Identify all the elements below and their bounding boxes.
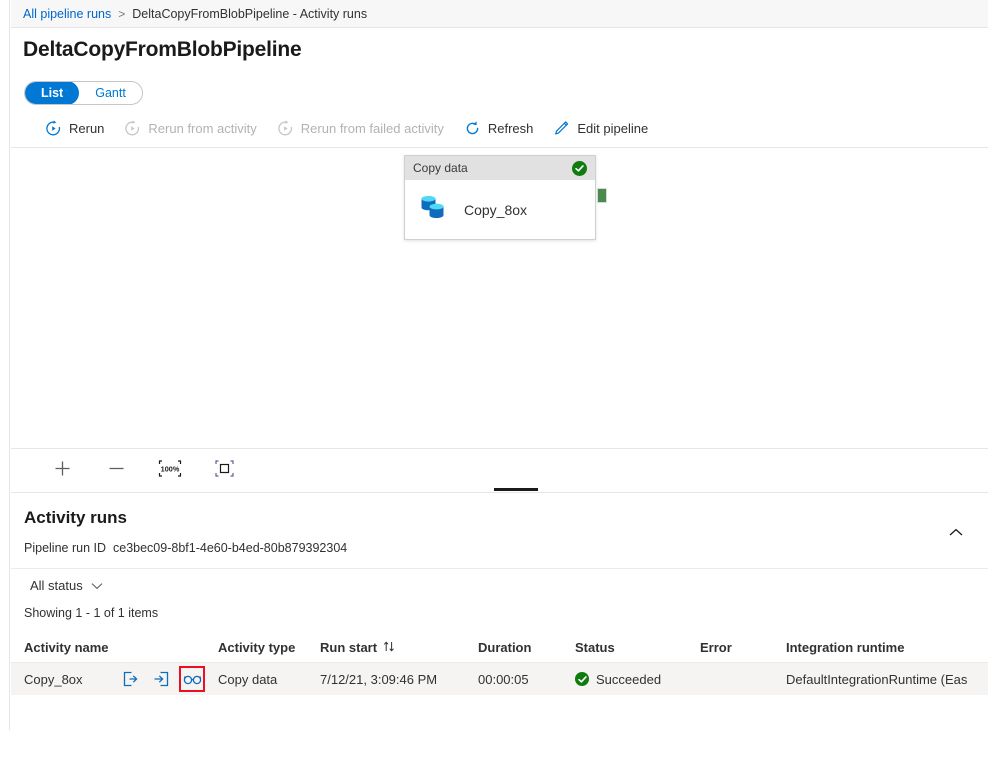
details-glasses-icon[interactable]	[182, 669, 202, 689]
showing-count: Showing 1 - 1 of 1 items	[24, 606, 158, 620]
chevron-up-icon	[949, 524, 963, 542]
cell-duration: 00:00:05	[478, 672, 575, 687]
column-header-activity-name[interactable]: Activity name	[11, 640, 218, 655]
green-check-icon	[575, 672, 589, 686]
cell-status: Succeeded	[575, 672, 700, 687]
view-toggle-gantt[interactable]: Gantt	[79, 81, 142, 105]
pipeline-run-id: Pipeline run ID ce3bec09-8bf1-4e60-b4ed-…	[24, 541, 347, 555]
cell-activity-name-text: Copy_8ox	[24, 672, 120, 687]
activity-runs-page: All pipeline runs > DeltaCopyFromBlobPip…	[0, 0, 988, 771]
activity-node-copy-data[interactable]: Copy data	[404, 155, 596, 240]
breadcrumb-all-pipeline-runs[interactable]: All pipeline runs	[23, 7, 111, 21]
breadcrumb: All pipeline runs > DeltaCopyFromBlobPip…	[11, 0, 988, 28]
activity-runs-table: Activity name Activity type Run start Du…	[11, 632, 988, 695]
cell-integration-runtime: DefaultIntegrationRuntime (Eas	[786, 672, 976, 687]
refresh-label: Refresh	[488, 121, 534, 136]
activity-runs-panel: Activity runs Pipeline run ID ce3bec09-8…	[11, 492, 988, 730]
status-filter-dropdown[interactable]: All status	[24, 575, 109, 596]
activity-runs-title: Activity runs	[24, 508, 127, 528]
sort-arrows-icon	[383, 640, 396, 655]
activity-node-type-label: Copy data	[413, 161, 572, 175]
zoom-out-button[interactable]	[101, 454, 131, 484]
activity-node-name: Copy_8ox	[464, 202, 527, 218]
rerun-from-activity-label: Rerun from activity	[148, 121, 256, 136]
view-toggle-list[interactable]: List	[25, 81, 79, 105]
activity-runs-collapse-button[interactable]	[944, 521, 968, 545]
rerun-from-activity-icon	[124, 120, 141, 137]
breadcrumb-separator: >	[118, 7, 125, 21]
activity-node-header: Copy data	[405, 156, 595, 180]
zoom-in-button[interactable]	[47, 454, 77, 484]
column-header-error[interactable]: Error	[700, 640, 786, 655]
panel-splitter-grip[interactable]	[494, 488, 538, 491]
column-header-duration[interactable]: Duration	[478, 640, 575, 655]
zoom-to-fit-button[interactable]	[209, 454, 239, 484]
rerun-label: Rerun	[69, 121, 104, 136]
edit-pipeline-button[interactable]: Edit pipeline	[543, 113, 658, 145]
refresh-icon	[464, 120, 481, 137]
status-filter-label: All status	[30, 578, 83, 593]
view-toggle: List Gantt	[24, 81, 143, 105]
column-header-status[interactable]: Status	[575, 640, 700, 655]
rerun-icon	[45, 120, 62, 137]
zoom-to-level-button[interactable]: 100%	[155, 454, 185, 484]
breadcrumb-current: DeltaCopyFromBlobPipeline - Activity run…	[132, 7, 367, 21]
cell-activity-name: Copy_8ox	[11, 669, 218, 689]
pipeline-run-id-label: Pipeline run ID	[24, 541, 106, 555]
window-bottom-edge	[0, 730, 988, 771]
cell-run-start: 7/12/21, 3:09:46 PM	[320, 672, 478, 687]
status-badge: Succeeded	[596, 672, 661, 687]
column-header-activity-type[interactable]: Activity type	[218, 640, 320, 655]
pipeline-canvas[interactable]: Copy data	[11, 148, 988, 448]
activity-node-output-port[interactable]	[597, 188, 607, 203]
filter-row: All status	[11, 568, 988, 602]
column-header-integration-runtime[interactable]: Integration runtime	[786, 640, 976, 655]
page-title: DeltaCopyFromBlobPipeline	[23, 38, 302, 62]
input-icon[interactable]	[120, 669, 140, 689]
rerun-from-failed-activity-button[interactable]: Rerun from failed activity	[267, 113, 454, 145]
rerun-from-failed-activity-label: Rerun from failed activity	[301, 121, 444, 136]
green-check-icon	[572, 161, 587, 176]
edit-pencil-icon	[553, 120, 570, 137]
activity-node-body: Copy_8ox	[405, 180, 595, 240]
edit-pipeline-label: Edit pipeline	[577, 121, 648, 136]
row-action-icons	[120, 669, 202, 689]
svg-text:100%: 100%	[161, 465, 180, 474]
cell-activity-type: Copy data	[218, 672, 320, 687]
column-header-run-start[interactable]: Run start	[320, 640, 478, 655]
rerun-from-failed-activity-icon	[277, 120, 294, 137]
column-header-run-start-label: Run start	[320, 640, 377, 655]
copy-data-icon	[419, 194, 449, 227]
refresh-button[interactable]: Refresh	[454, 113, 544, 145]
canvas-zoom-controls: 100%	[11, 448, 988, 488]
rerun-button[interactable]: Rerun	[35, 113, 114, 145]
rerun-from-activity-button[interactable]: Rerun from activity	[114, 113, 266, 145]
table-row[interactable]: Copy_8ox	[11, 663, 988, 695]
table-header-row: Activity name Activity type Run start Du…	[11, 632, 988, 663]
command-bar: Rerun Rerun from activity Rerun from	[11, 110, 988, 148]
window-left-edge	[0, 0, 10, 771]
output-icon[interactable]	[151, 669, 171, 689]
chevron-down-icon	[91, 578, 103, 593]
pipeline-run-id-value: ce3bec09-8bf1-4e60-b4ed-80b879392304	[113, 541, 347, 555]
